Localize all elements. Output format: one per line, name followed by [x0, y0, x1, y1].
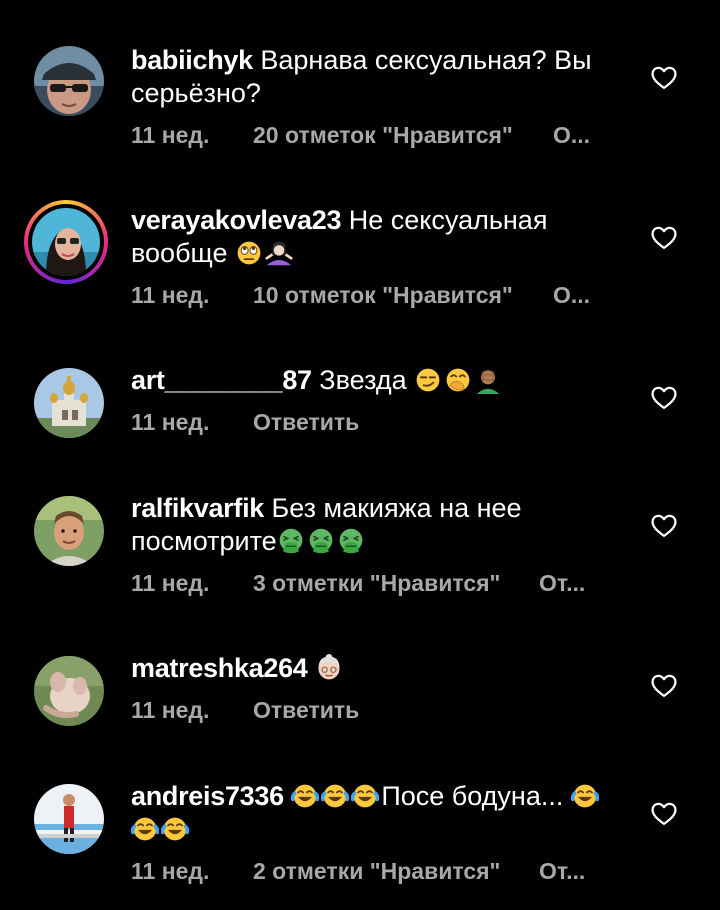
- face-with-tears-of-joy-emoji: [571, 782, 599, 810]
- avatar: [32, 208, 100, 276]
- comment-time: 11 нед.: [131, 858, 210, 884]
- comment-meta: 11 нед. 10 отметок "Нравится" О...: [131, 282, 590, 309]
- face-vomiting-emoji: [337, 527, 365, 555]
- face-with-tears-of-joy-emoji: [351, 782, 379, 810]
- comment-time: 11 нед.: [131, 409, 210, 435]
- comment-time: 11 нед.: [131, 122, 210, 148]
- face-with-tears-of-joy-emoji: [161, 815, 189, 843]
- comment-body: matreshka264: [131, 652, 621, 685]
- smirking-face-emoji: [414, 366, 442, 394]
- reply-button[interactable]: От...: [539, 858, 585, 885]
- username[interactable]: babiichyk: [131, 45, 253, 75]
- like-heart-icon[interactable]: [650, 384, 678, 412]
- avatar[interactable]: [34, 496, 104, 566]
- like-heart-icon[interactable]: [650, 512, 678, 540]
- face-with-tears-of-joy-emoji: [321, 782, 349, 810]
- likes-count[interactable]: 20 отметок "Нравится": [253, 122, 553, 149]
- avatar[interactable]: [34, 784, 104, 854]
- like-heart-icon[interactable]: [650, 672, 678, 700]
- avatar[interactable]: [34, 368, 104, 438]
- face-vomiting-emoji: [307, 527, 335, 555]
- face-with-tears-of-joy-emoji: [131, 815, 159, 843]
- man-facepalming-emoji: [474, 366, 502, 394]
- like-heart-icon[interactable]: [650, 800, 678, 828]
- username[interactable]: andreis7336: [131, 781, 284, 811]
- username[interactable]: art________87: [131, 365, 312, 395]
- likes-count[interactable]: 3 отметки "Нравится": [253, 570, 539, 597]
- comment-meta: 11 нед. 20 отметок "Нравится" О...: [131, 122, 590, 149]
- likes-count[interactable]: 2 отметки "Нравится": [253, 858, 539, 885]
- reply-button[interactable]: Ответить: [253, 697, 359, 724]
- avatar[interactable]: [34, 656, 104, 726]
- reply-button[interactable]: Ответить: [253, 409, 359, 436]
- old-woman-emoji: [315, 654, 343, 682]
- comment-time: 11 нед.: [131, 697, 210, 723]
- like-heart-icon[interactable]: [650, 64, 678, 92]
- comment-body: andreis7336 Посе бодуна...: [131, 780, 621, 846]
- avatar[interactable]: [34, 46, 104, 116]
- face-vomiting-emoji: [277, 527, 305, 555]
- comment-time: 11 нед.: [131, 282, 210, 308]
- face-with-rolling-eyes-emoji: [235, 239, 263, 267]
- comment-meta: 11 нед. 3 отметки "Нравится" От...: [131, 570, 585, 597]
- reply-button[interactable]: О...: [553, 122, 590, 149]
- comment-time: 11 нед.: [131, 570, 210, 596]
- like-heart-icon[interactable]: [650, 224, 678, 252]
- comment-meta: 11 нед. Ответить: [131, 697, 359, 724]
- reply-button[interactable]: О...: [553, 282, 590, 309]
- face-with-tears-of-joy-emoji: [291, 782, 319, 810]
- comment-body: babiichyk Варнава сексуальная? Вы серьёз…: [131, 44, 621, 110]
- comment-text: Посе бодуна...: [381, 781, 564, 811]
- username[interactable]: matreshka264: [131, 653, 308, 683]
- comment-body: art________87 Звезда: [131, 364, 621, 397]
- comment-body: ralfikvarfik Без макияжа на нее посмотри…: [131, 492, 621, 558]
- comment-meta: 11 нед. Ответить: [131, 409, 359, 436]
- reply-button[interactable]: От...: [539, 570, 585, 597]
- avatar-story-ring[interactable]: [24, 200, 108, 284]
- comment-text: Звезда: [319, 365, 407, 395]
- comment-body: verayakovleva23 Не сексуальная вообще: [131, 204, 621, 270]
- face-with-hand-over-mouth-emoji: [444, 366, 472, 394]
- username[interactable]: ralfikvarfik: [131, 493, 264, 523]
- comment-meta: 11 нед. 2 отметки "Нравится" От...: [131, 858, 585, 885]
- username[interactable]: verayakovleva23: [131, 205, 342, 235]
- woman-shrugging-emoji: [265, 239, 293, 267]
- likes-count[interactable]: 10 отметок "Нравится": [253, 282, 553, 309]
